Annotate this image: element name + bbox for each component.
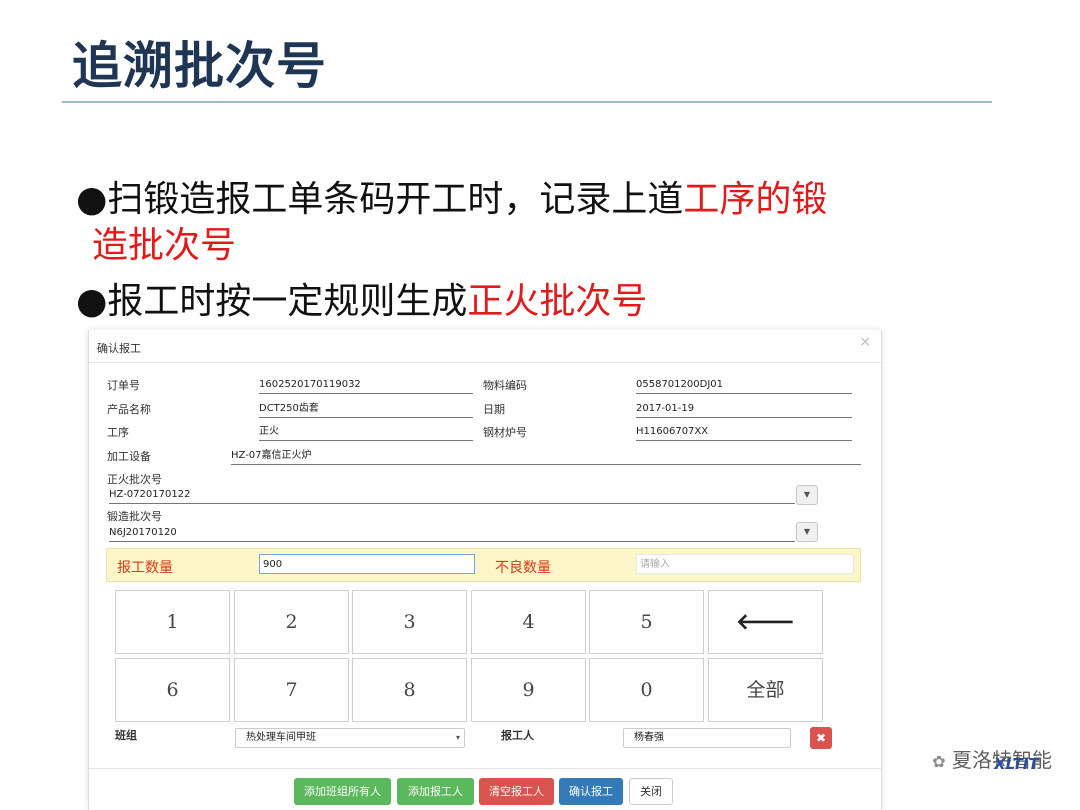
keypad-5[interactable]: 5 bbox=[589, 590, 704, 654]
defect-qty-input[interactable]: 请输入 bbox=[636, 554, 854, 574]
product-name-field[interactable]: DCT250齿套 bbox=[259, 402, 473, 418]
forging-batch-select[interactable]: N6J20170120 bbox=[109, 526, 795, 542]
slide-title: 追溯批次号 bbox=[72, 37, 327, 95]
dialog-header: 确认报工 × bbox=[89, 330, 881, 363]
bullet-1-highlight: 工序的锻 bbox=[683, 179, 828, 220]
keypad-4[interactable]: 4 bbox=[471, 590, 586, 654]
team-select-value: 热处理车间甲班 bbox=[246, 732, 316, 743]
material-code-label: 物料编码 bbox=[483, 379, 527, 392]
close-icon: ✖ bbox=[815, 731, 827, 745]
add-team-all-button[interactable]: 添加班组所有人 bbox=[294, 778, 391, 805]
normalizing-batch-label: 正火批次号 bbox=[107, 473, 162, 486]
process-field[interactable]: 正火 bbox=[259, 425, 473, 441]
order-no-label: 订单号 bbox=[107, 379, 140, 392]
add-reporter-button[interactable]: 添加报工人 bbox=[397, 778, 474, 805]
keypad-0[interactable]: 0 bbox=[589, 658, 704, 722]
company-logo: XLTIT bbox=[994, 755, 1039, 773]
chevron-down-icon: ▼ bbox=[803, 490, 811, 499]
keypad-3[interactable]: 3 bbox=[352, 590, 467, 654]
keypad-2[interactable]: 2 bbox=[234, 590, 349, 654]
caret-down-icon: ▾ bbox=[455, 733, 460, 742]
wechat-icon: ✿ bbox=[932, 752, 946, 771]
clear-reporter-button[interactable]: 清空报工人 bbox=[479, 778, 554, 805]
keypad-1[interactable]: 1 bbox=[115, 590, 230, 654]
product-name-label: 产品名称 bbox=[107, 403, 151, 416]
chevron-down-icon: ▼ bbox=[803, 527, 811, 536]
title-divider bbox=[62, 101, 992, 103]
order-no-field[interactable]: 1602520170119032 bbox=[259, 378, 473, 394]
keypad-8[interactable]: 8 bbox=[352, 658, 467, 722]
bullet-1-text: ●扫锻造报工单条码开工时，记录上道 bbox=[76, 179, 684, 220]
reporter-field[interactable]: 杨春强 bbox=[623, 728, 791, 748]
bullet-2-highlight: 正火批次号 bbox=[467, 281, 648, 322]
bullet-1: ●扫锻造报工单条码开工时，记录上道工序的锻 bbox=[76, 174, 976, 226]
reporter-value: 杨春强 bbox=[634, 732, 664, 743]
dialog-title: 确认报工 bbox=[97, 342, 141, 355]
close-button[interactable]: 关闭 bbox=[629, 778, 673, 805]
date-field[interactable]: 2017-01-19 bbox=[636, 402, 852, 418]
reporter-label: 报工人 bbox=[501, 729, 534, 742]
keypad-7[interactable]: 7 bbox=[234, 658, 349, 722]
remove-reporter-button[interactable]: ✖ bbox=[810, 727, 832, 749]
backspace-key[interactable]: 🡐 bbox=[708, 590, 823, 654]
date-label: 日期 bbox=[483, 403, 505, 416]
report-qty-label: 报工数量 bbox=[117, 560, 173, 576]
close-icon[interactable]: × bbox=[859, 334, 871, 350]
team-select[interactable]: 热处理车间甲班 ▾ bbox=[235, 728, 465, 748]
confirm-report-button[interactable]: 确认报工 bbox=[559, 778, 623, 805]
forging-batch-label: 锻造批次号 bbox=[107, 510, 162, 523]
normalizing-batch-select[interactable]: HZ-0720170122 bbox=[109, 488, 795, 504]
keypad-6[interactable]: 6 bbox=[115, 658, 230, 722]
equipment-field[interactable]: HZ-07嘉信正火炉 bbox=[231, 449, 861, 465]
process-label: 工序 bbox=[107, 426, 129, 439]
footer-divider bbox=[89, 768, 881, 769]
bullet-2-text: ●报工时按一定规则生成 bbox=[76, 281, 468, 322]
material-code-field[interactable]: 0558701200DJ01 bbox=[636, 378, 852, 394]
normalizing-batch-dropdown-button[interactable]: ▼ bbox=[796, 485, 818, 505]
bullet-2: ●报工时按一定规则生成正火批次号 bbox=[76, 276, 647, 328]
equipment-label: 加工设备 bbox=[107, 450, 151, 463]
team-label: 班组 bbox=[115, 729, 137, 742]
confirm-report-dialog: 确认报工 × 订单号 1602520170119032 物料编码 0558701… bbox=[88, 330, 882, 810]
quantity-bar: 报工数量 900 不良数量 请输入 bbox=[106, 548, 861, 582]
report-qty-input[interactable]: 900 bbox=[259, 554, 475, 574]
defect-qty-label: 不良数量 bbox=[495, 560, 551, 576]
arrow-left-icon: 🡐 bbox=[736, 609, 795, 635]
forging-batch-dropdown-button[interactable]: ▼ bbox=[796, 522, 818, 542]
bullet-1-continued: 造批次号 bbox=[92, 225, 237, 266]
furnace-no-label: 钢材炉号 bbox=[483, 426, 527, 439]
keypad-all[interactable]: 全部 bbox=[708, 658, 823, 722]
furnace-no-field[interactable]: H11606707XX bbox=[636, 425, 852, 441]
keypad-9[interactable]: 9 bbox=[471, 658, 586, 722]
